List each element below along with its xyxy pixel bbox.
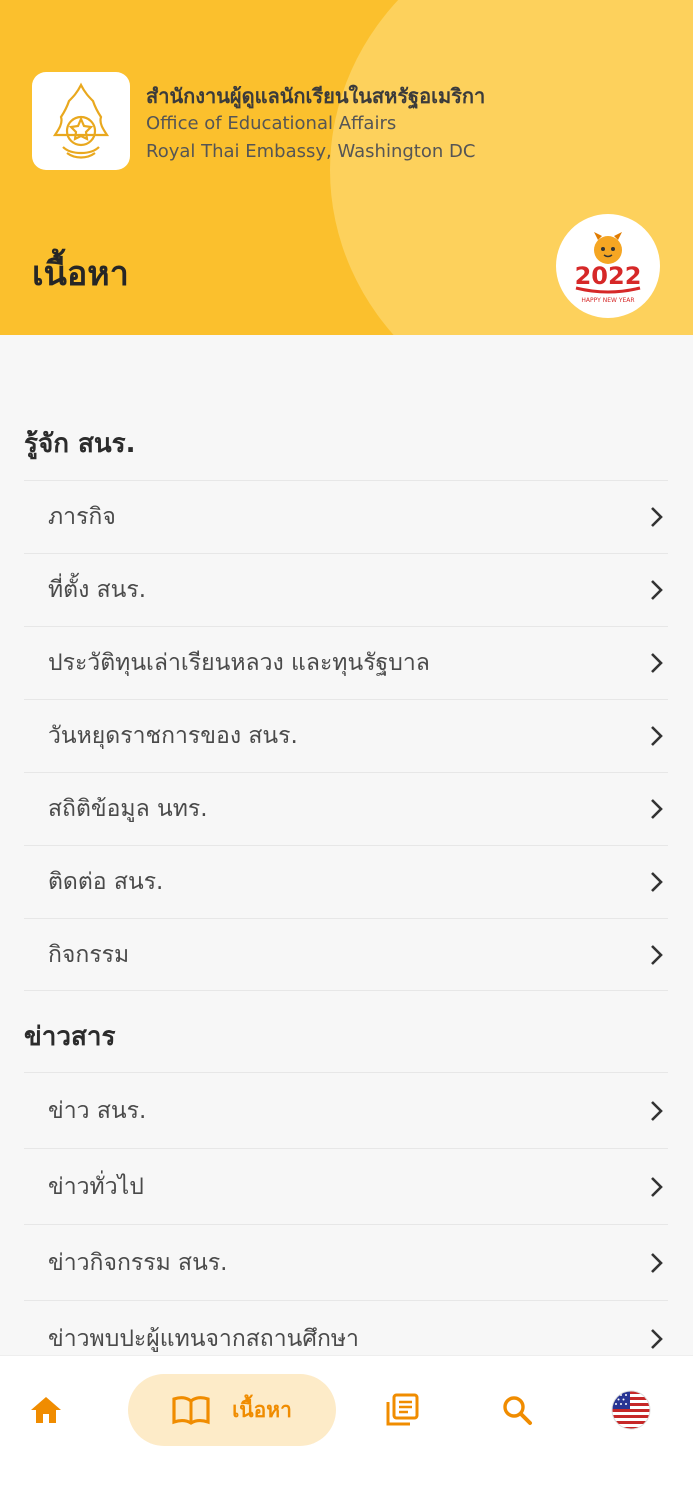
list-item-general-news[interactable]: ข่าวทั่วไป [24, 1148, 668, 1224]
list-item-activity-news[interactable]: ข่าวกิจกรรม สนร. [24, 1224, 668, 1300]
list-item-label: ติดต่อ สนร. [48, 869, 164, 895]
list-item-label: ข่าวทั่วไป [48, 1173, 144, 1200]
badge-caption: HAPPY NEW YEAR [581, 297, 634, 304]
list-item-location[interactable]: ที่ตั้ง สนร. [24, 553, 668, 626]
nav-library[interactable] [370, 1374, 434, 1446]
org-location: Royal Thai Embassy, Washington DC [146, 141, 476, 162]
list-item-holidays[interactable]: วันหยุดราชการของ สนร. [24, 699, 668, 772]
chevron-right-icon [644, 870, 668, 894]
app-header: สำนักงานผู้ดูแลนักเรียนในสหรัฐอเมริกา Of… [0, 0, 693, 335]
nav-language[interactable] [598, 1374, 664, 1446]
list-item-oea-news[interactable]: ข่าว สนร. [24, 1072, 668, 1148]
list-item-contact[interactable]: ติดต่อ สนร. [24, 845, 668, 918]
emblem-icon [52, 82, 110, 159]
list-item-label: ข่าวกิจกรรม สนร. [48, 1249, 228, 1276]
list-item-label: ประวัติทุนเล่าเรียนหลวง และทุนรัฐบาล [48, 650, 430, 676]
nav-content-active[interactable]: เนื้อหา [128, 1374, 336, 1446]
nav-home[interactable] [14, 1374, 78, 1446]
org-name-thai: สำนักงานผู้ดูแลนักเรียนในสหรัฐอเมริกา [146, 84, 486, 108]
chevron-right-icon [644, 797, 668, 821]
home-icon [31, 1397, 61, 1423]
list-item-statistics[interactable]: สถิติข้อมูล นทร. [24, 772, 668, 845]
badge-year: 2022 [575, 262, 642, 290]
list-item-label: สถิติข้อมูล นทร. [48, 796, 208, 822]
bottom-navigation: เนื้อหา [0, 1355, 693, 1500]
list-item-scholarship-history[interactable]: ประวัติทุนเล่าเรียนหลวง และทุนรัฐบาล [24, 626, 668, 699]
section-title-news: ข่าวสาร [24, 1022, 116, 1052]
page-title: เนื้อหา [32, 254, 129, 294]
chevron-right-icon [644, 943, 668, 967]
org-name-block: สำนักงานผู้ดูแลนักเรียนในสหรัฐอเมริกา Of… [146, 82, 485, 166]
library-icon [386, 1393, 419, 1426]
chevron-right-icon [644, 1099, 668, 1123]
chevron-right-icon [644, 724, 668, 748]
list-item-label: วันหยุดราชการของ สนร. [48, 723, 298, 749]
search-icon [503, 1396, 532, 1425]
list-item-label: ข่าว สนร. [48, 1097, 147, 1124]
about-list: ภารกิจ ที่ตั้ง สนร. ประวัติทุนเล่าเรียนห… [24, 480, 668, 991]
book-icon [172, 1396, 210, 1425]
chevron-right-icon [644, 1327, 668, 1351]
nav-content-label: เนื้อหา [232, 1397, 292, 1422]
list-item-label: ที่ตั้ง สนร. [48, 577, 147, 603]
list-item-activities[interactable]: กิจกรรม [24, 918, 668, 991]
new-year-badge[interactable]: 2022 HAPPY NEW YEAR [556, 214, 660, 318]
org-name-english: Office of Educational Affairs [146, 113, 397, 134]
list-item-label: กิจกรรม [48, 941, 130, 968]
list-item-label: ข่าวพบปะผู้แทนจากสถานศึกษา [48, 1325, 359, 1352]
nav-search[interactable] [485, 1374, 549, 1446]
tiger-2022-icon: 2022 HAPPY NEW YEAR [575, 232, 642, 304]
org-logo [32, 72, 130, 170]
chevron-right-icon [644, 1251, 668, 1275]
list-item-mission[interactable]: ภารกิจ [24, 480, 668, 553]
content-list[interactable]: รู้จัก สนร. ภารกิจ ที่ตั้ง สนร. ประวัติท… [0, 335, 693, 1355]
chevron-right-icon [644, 1175, 668, 1199]
list-item-label: ภารกิจ [48, 504, 116, 530]
section-title-about: รู้จัก สนร. [24, 429, 136, 459]
chevron-right-icon [644, 505, 668, 529]
chevron-right-icon [644, 578, 668, 602]
chevron-right-icon [644, 651, 668, 675]
list-item-institution-visits[interactable]: ข่าวพบปะผู้แทนจากสถานศึกษา [24, 1300, 668, 1355]
us-flag-icon [611, 1390, 651, 1430]
news-list: ข่าว สนร. ข่าวทั่วไป ข่าวกิจกรรม สนร. ข่… [24, 1072, 668, 1355]
